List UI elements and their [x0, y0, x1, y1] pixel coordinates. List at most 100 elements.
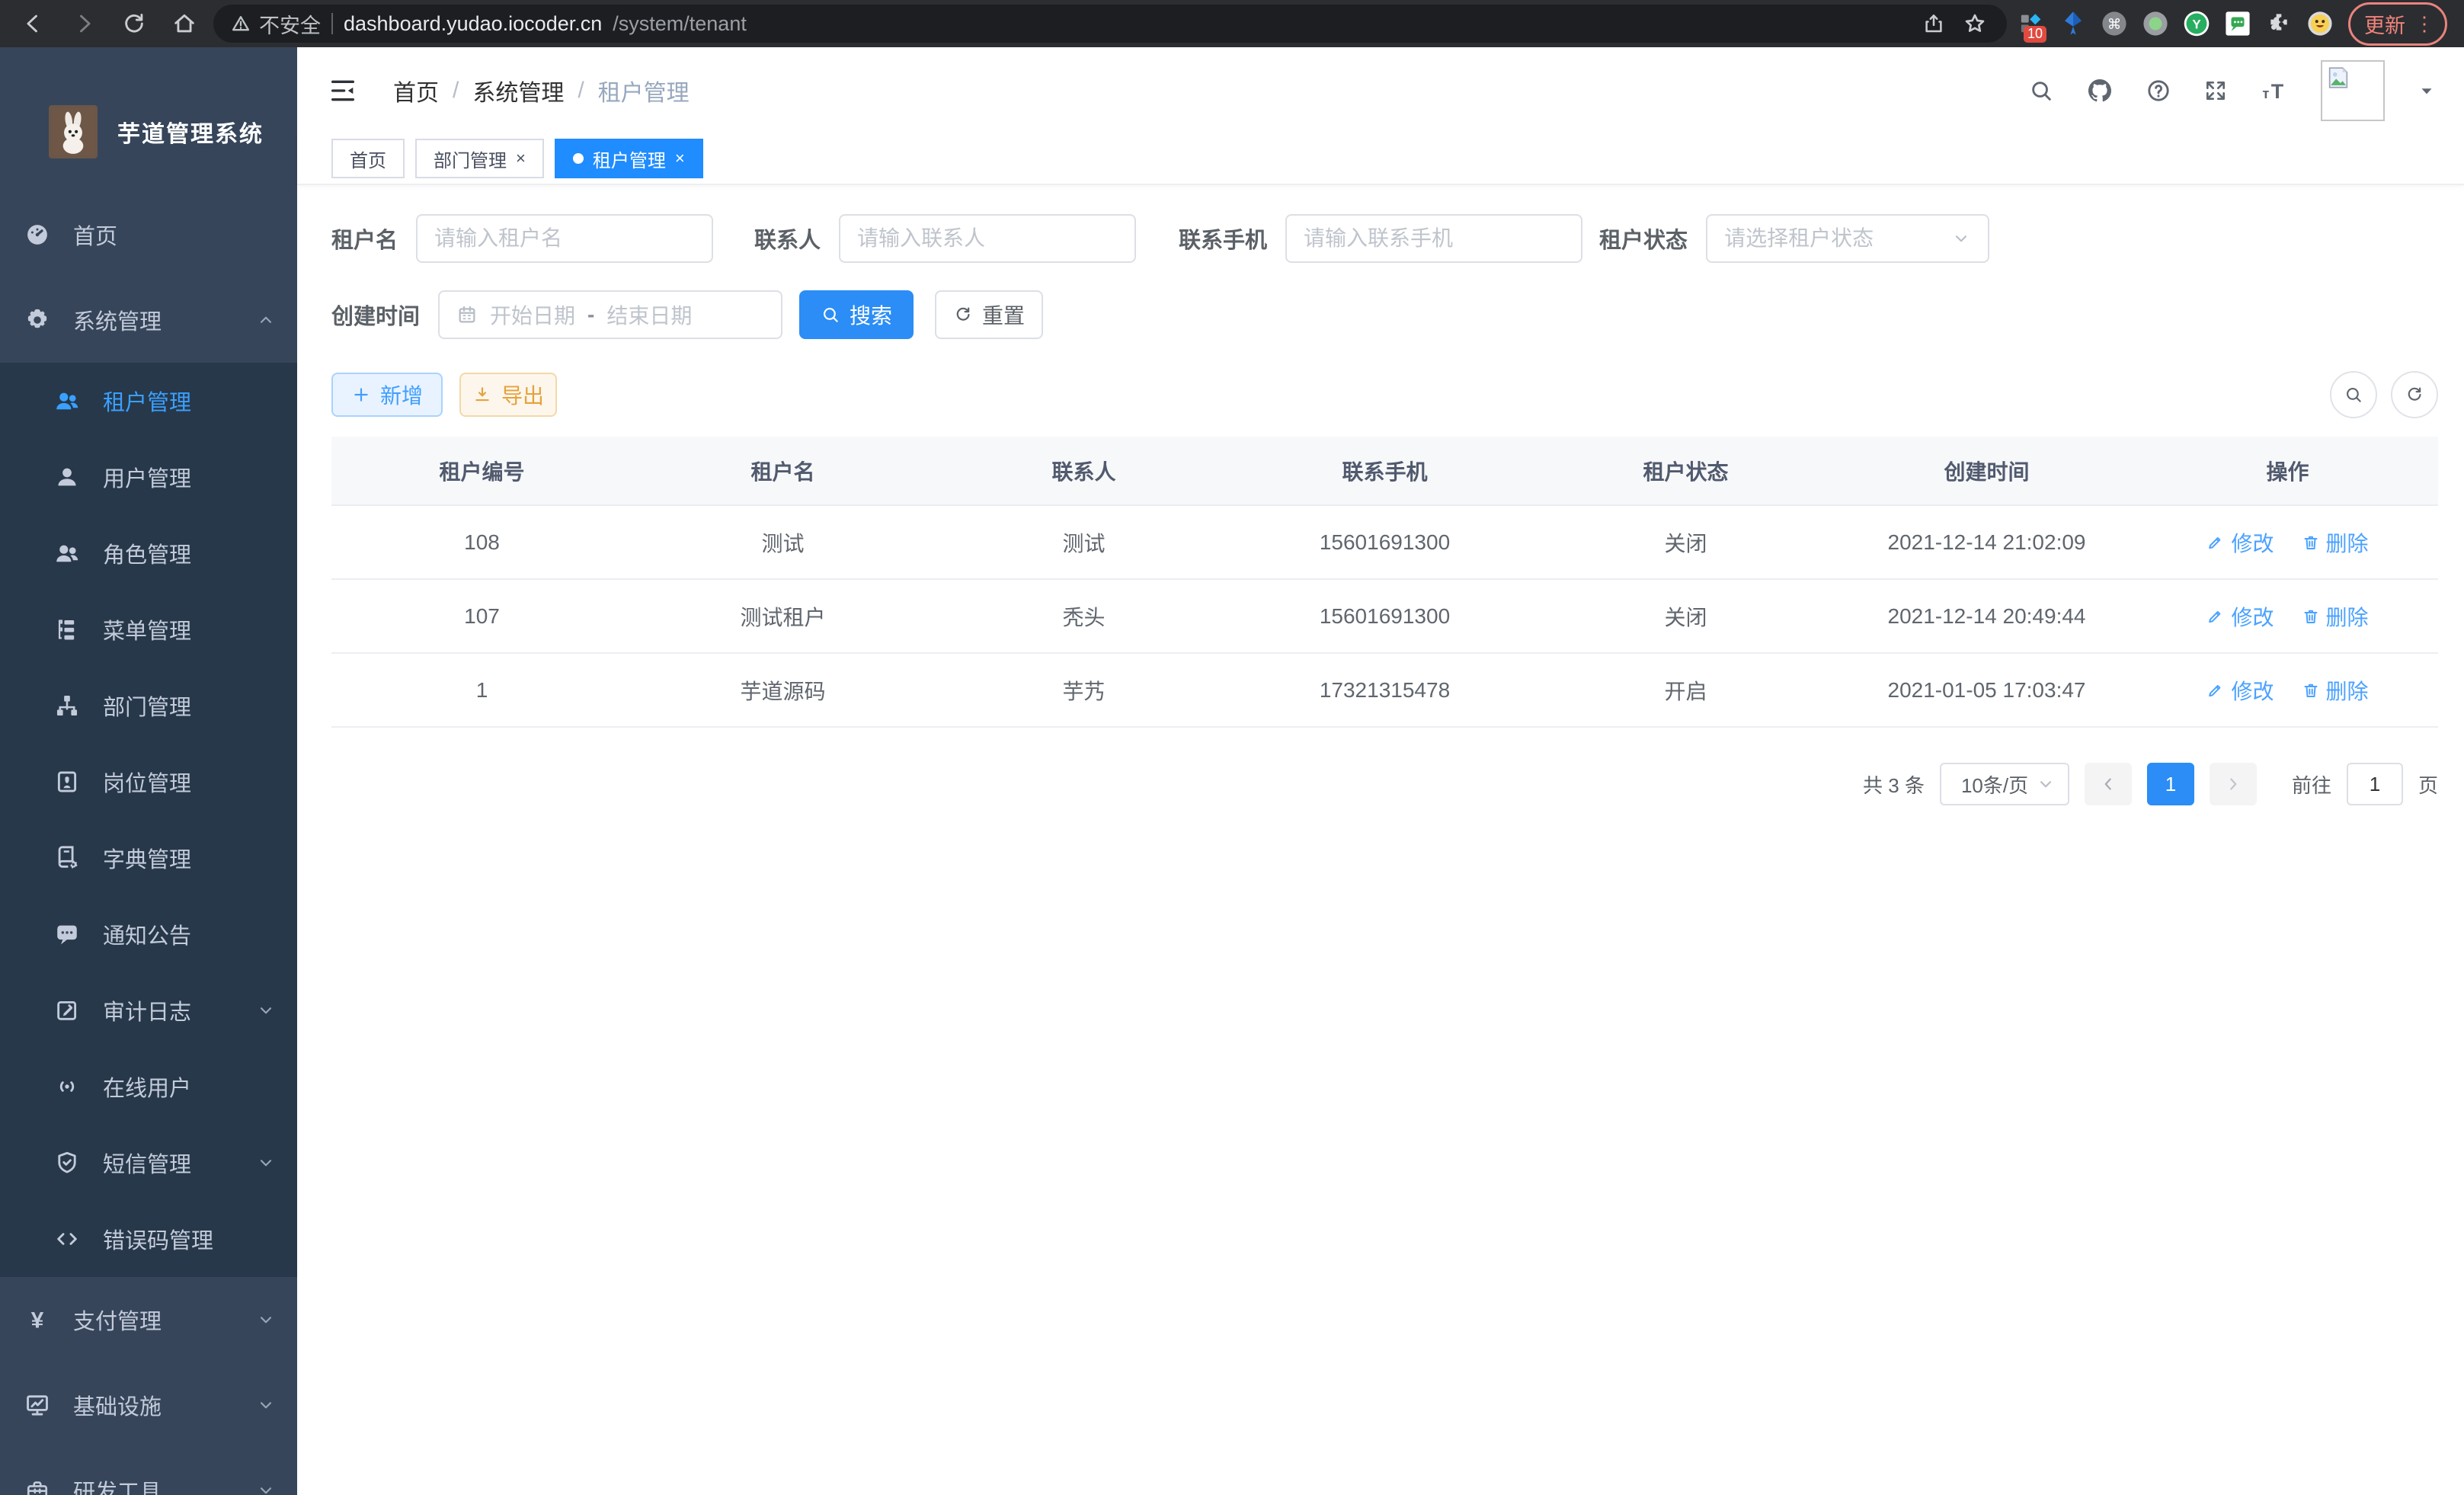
breadcrumb-item-2: 租户管理 — [598, 74, 690, 107]
edit-link[interactable]: 修改 — [2206, 527, 2274, 558]
emoji-extension-icon[interactable] — [2307, 11, 2333, 37]
sidebar-item-10[interactable]: 审计日志 — [0, 972, 297, 1048]
home-icon[interactable] — [163, 6, 206, 41]
prev-page-button[interactable] — [2085, 763, 2132, 805]
sidebar-item-14[interactable]: ¥支付管理 — [0, 1277, 297, 1362]
sidebar-item-11[interactable]: 在线用户 — [0, 1048, 297, 1125]
sidebar-item-0[interactable]: 首页 — [0, 192, 297, 277]
chat-extension-icon[interactable] — [2225, 11, 2251, 37]
sidebar-item-label: 基础设施 — [73, 1389, 162, 1421]
sidebar-item-13[interactable]: 错误码管理 — [0, 1201, 297, 1277]
dot-extension-icon[interactable] — [2142, 11, 2168, 37]
close-tab-icon[interactable]: × — [516, 149, 526, 168]
refresh-table-button[interactable] — [2391, 371, 2438, 418]
help-icon[interactable] — [2146, 78, 2171, 104]
collapse-sidebar-icon[interactable] — [328, 75, 363, 106]
svg-text:Y: Y — [2192, 17, 2201, 31]
close-tab-icon[interactable]: × — [675, 149, 685, 168]
message-icon — [53, 921, 82, 947]
filter-row-2: 创建时间 开始日期 - 结束日期 搜索 重置 — [331, 290, 2438, 339]
github-icon[interactable] — [2086, 77, 2114, 104]
table-header-row: 租户编号租户名联系人联系手机租户状态创建时间操作 — [331, 437, 2438, 505]
filter-row-1: 租户名 联系人 联系手机 租户状态 — [331, 214, 2438, 263]
page-size-select[interactable]: 10条/页 — [1940, 763, 2069, 805]
fullscreen-icon[interactable] — [2203, 78, 2228, 103]
search-button[interactable]: 搜索 — [799, 290, 914, 339]
sidebar-item-label: 用户管理 — [103, 461, 191, 493]
next-page-button[interactable] — [2210, 763, 2257, 805]
sidebar-item-1[interactable]: 系统管理 — [0, 277, 297, 363]
yen-icon: ¥ — [23, 1306, 52, 1333]
tab-1[interactable]: 部门管理× — [415, 139, 544, 178]
trash-icon — [2302, 533, 2320, 552]
urlbar-divider — [331, 13, 333, 34]
forward-icon[interactable] — [62, 6, 105, 41]
top-navbar: 首页/系统管理/租户管理 тT — [297, 47, 2464, 133]
avatar[interactable] — [2321, 60, 2385, 121]
sidebar-item-5[interactable]: 菜单管理 — [0, 591, 297, 667]
chevron-down-icon — [256, 1395, 276, 1415]
cell-status: 关闭 — [1535, 505, 1836, 579]
contact-input[interactable] — [839, 214, 1136, 263]
sidebar-item-12[interactable]: 短信管理 — [0, 1125, 297, 1201]
reset-button[interactable]: 重置 — [935, 290, 1043, 339]
command-extension-icon[interactable]: ⌘ — [2101, 11, 2127, 37]
app-logo-row: 芋道管理系统 — [0, 47, 297, 158]
pinned-extension-icon[interactable]: 10 — [2019, 11, 2045, 37]
sidebar-item-6[interactable]: 部门管理 — [0, 667, 297, 744]
sidebar-item-7[interactable]: 岗位管理 — [0, 744, 297, 820]
sidebar-item-3[interactable]: 用户管理 — [0, 439, 297, 515]
sidebar-item-label: 系统管理 — [73, 304, 162, 336]
tab-2[interactable]: 租户管理× — [555, 139, 703, 178]
code-icon — [53, 1226, 82, 1252]
kite-extension-icon[interactable] — [2060, 11, 2086, 37]
sidebar-item-4[interactable]: 角色管理 — [0, 515, 297, 591]
browser-menu-icon[interactable]: ⋮ — [2411, 12, 2437, 36]
tab-0[interactable]: 首页 — [331, 139, 405, 178]
export-button[interactable]: 导出 — [459, 373, 557, 417]
toggle-search-button[interactable] — [2330, 371, 2377, 418]
sidebar-item-label: 通知公告 — [103, 918, 191, 950]
delete-link[interactable]: 删除 — [2302, 601, 2369, 632]
avatar-caret-icon[interactable] — [2417, 81, 2437, 101]
sidebar-item-8[interactable]: 字典管理 — [0, 820, 297, 896]
sidebar-item-16[interactable]: 研发工具 — [0, 1448, 297, 1495]
start-date-placeholder: 开始日期 — [490, 299, 575, 330]
sidebar-item-2[interactable]: 租户管理 — [0, 363, 297, 439]
sidebar-item-15[interactable]: 基础设施 — [0, 1362, 297, 1448]
chevron-down-icon — [256, 1000, 276, 1020]
pencil-icon — [2206, 533, 2225, 552]
share-icon[interactable] — [1918, 12, 1949, 35]
users-icon — [53, 539, 82, 567]
status-select[interactable] — [1706, 214, 1989, 263]
address-bar[interactable]: 不安全 dashboard.yudao.iocoder.cn/system/te… — [213, 5, 2007, 43]
svg-text:⌘: ⌘ — [2107, 16, 2121, 32]
sidebar-item-label: 租户管理 — [103, 385, 191, 417]
font-size-icon[interactable]: тT — [2260, 78, 2289, 104]
cell-contact: 测试 — [933, 505, 1234, 579]
sidebar-item-label: 短信管理 — [103, 1147, 191, 1179]
delete-link[interactable]: 删除 — [2302, 675, 2369, 706]
breadcrumb-item-1[interactable]: 系统管理 — [472, 74, 564, 107]
edit-link[interactable]: 修改 — [2206, 601, 2274, 632]
tenant-name-input[interactable] — [416, 214, 713, 263]
browser-update-button[interactable]: 更新 ⋮ — [2348, 2, 2447, 46]
download-icon — [472, 385, 492, 405]
edit-link[interactable]: 修改 — [2206, 675, 2274, 706]
back-icon[interactable] — [12, 6, 55, 41]
pencil-icon — [2206, 607, 2225, 626]
breadcrumb-item-0[interactable]: 首页 — [393, 74, 439, 107]
search-menu-icon[interactable] — [2028, 78, 2054, 104]
page-1-button[interactable]: 1 — [2147, 763, 2194, 805]
puzzle-extensions-icon[interactable] — [2266, 11, 2292, 37]
sidebar-item-9[interactable]: 通知公告 — [0, 896, 297, 972]
mobile-input[interactable] — [1285, 214, 1582, 263]
goto-page-input[interactable] — [2347, 763, 2403, 805]
delete-link[interactable]: 删除 — [2302, 527, 2369, 558]
y-extension-icon[interactable]: Y — [2184, 11, 2210, 37]
date-range-input[interactable]: 开始日期 - 结束日期 — [438, 290, 782, 339]
reload-icon[interactable] — [113, 6, 155, 41]
add-button[interactable]: 新增 — [331, 373, 443, 417]
bookmark-star-icon[interactable] — [1960, 11, 1990, 36]
sidebar-item-label: 在线用户 — [103, 1071, 191, 1103]
